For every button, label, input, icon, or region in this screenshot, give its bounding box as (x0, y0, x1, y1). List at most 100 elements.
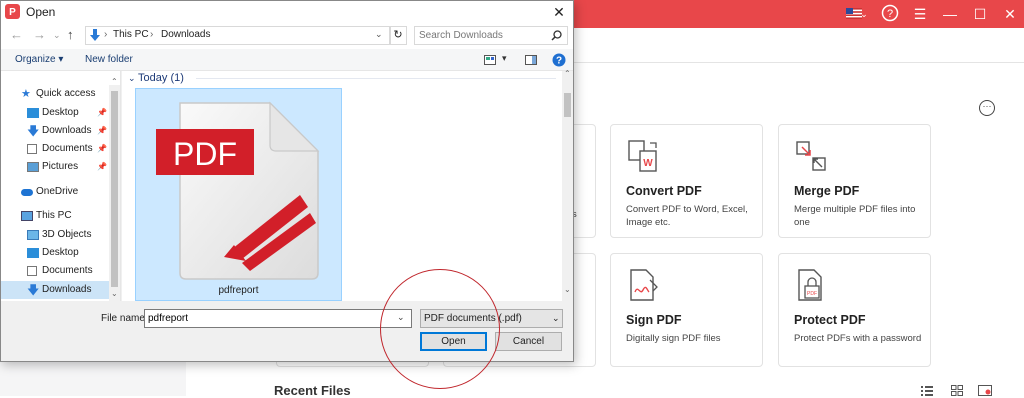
nav-item-quick-access[interactable]: ★ Quick access (1, 85, 109, 103)
card-title: Protect PDF (794, 313, 866, 327)
grid-view-icon[interactable] (951, 385, 963, 396)
address-bar[interactable]: › This PC › Downloads ⌄ (85, 26, 391, 45)
nav-item-desktop-2[interactable]: Desktop (1, 244, 109, 262)
scroll-down-icon[interactable]: ⌄ (111, 289, 118, 298)
app-logo-icon: P (5, 4, 20, 19)
card-protect-pdf[interactable]: PDF Protect PDF Protect PDFs with a pass… (778, 253, 931, 367)
card-title: Merge PDF (794, 184, 860, 198)
file-area-scrollbar[interactable]: ⌃ ⌄ (562, 69, 573, 301)
forward-arrow-icon[interactable]: → (33, 27, 46, 42)
file-name-input[interactable] (148, 312, 388, 325)
organize-button[interactable]: Organize ▾ (15, 54, 63, 65)
svg-text:?: ? (887, 8, 893, 20)
card-desc: Protect PDFs with a password (794, 333, 922, 344)
pdf-file-icon: PDF (156, 101, 320, 280)
more-options-icon[interactable]: ··· (979, 100, 995, 116)
cancel-button[interactable]: Cancel (495, 332, 562, 351)
desktop-icon (27, 108, 39, 118)
navigation-pane: ★ Quick access Desktop 📌 🡇 Downloads 📌 D… (1, 71, 121, 301)
nav-item-label: This PC (36, 210, 72, 221)
nav-item-3d-objects[interactable]: 3D Objects (1, 226, 109, 244)
pin-icon[interactable]: 📌 (97, 104, 107, 122)
list-view-icon[interactable] (921, 385, 933, 396)
search-icon[interactable] (551, 30, 562, 41)
search-box (414, 26, 568, 45)
document-icon (27, 144, 37, 154)
breadcrumb-downloads[interactable]: Downloads (161, 29, 210, 40)
nav-pane-scrollbar[interactable]: ⌃ ⌄ (109, 77, 120, 301)
card-merge-pdf[interactable]: Merge PDF Merge multiple PDF files into … (778, 124, 931, 238)
svg-text:?: ? (556, 56, 562, 67)
menu-icon[interactable]: ☰ (912, 4, 928, 24)
chevron-down-icon[interactable]: ⌄ (858, 4, 870, 24)
preview-pane-icon[interactable] (525, 55, 537, 65)
collapse-chevron-icon: ⌄ (128, 73, 139, 83)
document-icon (27, 266, 37, 276)
nav-item-label: Documents (42, 143, 93, 154)
filter-icon[interactable] (978, 385, 992, 396)
breadcrumb-this-pc[interactable]: This PC (113, 29, 149, 40)
file-name-label: pdfreport (218, 285, 259, 296)
refresh-icon[interactable]: ↻ (389, 26, 407, 45)
nav-item-documents[interactable]: Documents 📌 (1, 140, 109, 158)
card-desc: Convert PDF to Word, Excel, Image etc. (626, 204, 748, 228)
back-arrow-icon[interactable]: ← (10, 27, 23, 42)
scroll-up-icon[interactable]: ⌃ (564, 69, 571, 78)
command-bar: Organize ▾ New folder ▾ ? (1, 49, 573, 71)
nav-item-pictures[interactable]: Pictures 📌 (1, 158, 109, 176)
up-arrow-icon[interactable]: ↑ (67, 27, 74, 42)
pin-icon[interactable]: 📌 (97, 122, 107, 140)
nav-item-label: Downloads (42, 125, 92, 136)
maximize-icon[interactable]: ☐ (972, 4, 988, 24)
close-app-icon[interactable]: ✕ (1002, 4, 1018, 24)
nav-item-label: Pictures (42, 161, 79, 172)
view-options-icon[interactable] (484, 55, 496, 65)
nav-item-label: 3D Objects (42, 229, 92, 240)
minimize-icon[interactable]: — (942, 4, 958, 24)
nav-item-onedrive[interactable]: OneDrive (1, 183, 109, 201)
cloud-icon (21, 189, 33, 196)
card-sign-pdf[interactable]: Sign PDF Digitally sign PDF files (610, 253, 763, 367)
nav-item-downloads[interactable]: 🡇 Downloads 📌 (1, 122, 109, 140)
close-icon[interactable]: ✕ (549, 2, 569, 22)
scroll-down-icon[interactable]: ⌄ (564, 285, 571, 294)
search-input[interactable] (419, 29, 545, 42)
navigation-bar: ← → ⌄ ↑ › This PC › Downloads ⌄ ↻ (1, 23, 573, 49)
nav-item-documents-2[interactable]: Documents (1, 262, 109, 280)
file-name-field-label: File name: (101, 313, 148, 324)
file-item[interactable]: PDF pdfreport (135, 88, 342, 301)
nav-item-label: Desktop (42, 107, 79, 118)
help-icon[interactable]: ? (880, 4, 900, 24)
nav-item-label: Quick access (36, 88, 96, 99)
card-title: Convert PDF (626, 184, 702, 198)
nav-pane-scroll-thumb[interactable] (111, 91, 118, 287)
nav-item-downloads-2[interactable]: 🡇 Downloads (1, 281, 109, 299)
svg-text:P: P (9, 7, 16, 18)
card-desc: Digitally sign PDF files (626, 333, 721, 344)
pin-icon[interactable]: 📌 (97, 140, 107, 158)
svg-text:W: W (643, 158, 653, 169)
download-folder-icon (90, 29, 100, 41)
nav-item-label: Documents (42, 265, 93, 276)
pin-icon[interactable]: 📌 (97, 158, 107, 176)
group-divider (196, 78, 556, 79)
desktop-icon (27, 248, 39, 258)
picture-icon (27, 162, 39, 172)
view-dropdown-icon[interactable]: ▾ (502, 53, 507, 64)
highlight-annotation-circle (380, 269, 500, 389)
group-header[interactable]: ⌄ Today (1) (128, 72, 184, 84)
address-dropdown-icon[interactable]: ⌄ (375, 29, 383, 40)
file-area-scroll-thumb[interactable] (564, 93, 571, 117)
recent-dropdown-icon[interactable]: ⌄ (53, 30, 61, 41)
file-name-combobox: ⌄ (144, 309, 412, 328)
computer-icon (21, 211, 33, 221)
scroll-up-icon[interactable]: ⌃ (111, 77, 118, 86)
download-icon: 🡇 (27, 124, 40, 138)
new-folder-button[interactable]: New folder (85, 54, 133, 65)
nav-item-this-pc[interactable]: This PC (1, 207, 109, 225)
help-icon[interactable]: ? (552, 53, 566, 67)
card-convert-pdf[interactable]: W Convert PDF Convert PDF to Word, Excel… (610, 124, 763, 238)
nav-item-desktop[interactable]: Desktop 📌 (1, 104, 109, 122)
download-icon: 🡇 (27, 283, 40, 297)
group-header-label: Today (1) (138, 72, 184, 84)
